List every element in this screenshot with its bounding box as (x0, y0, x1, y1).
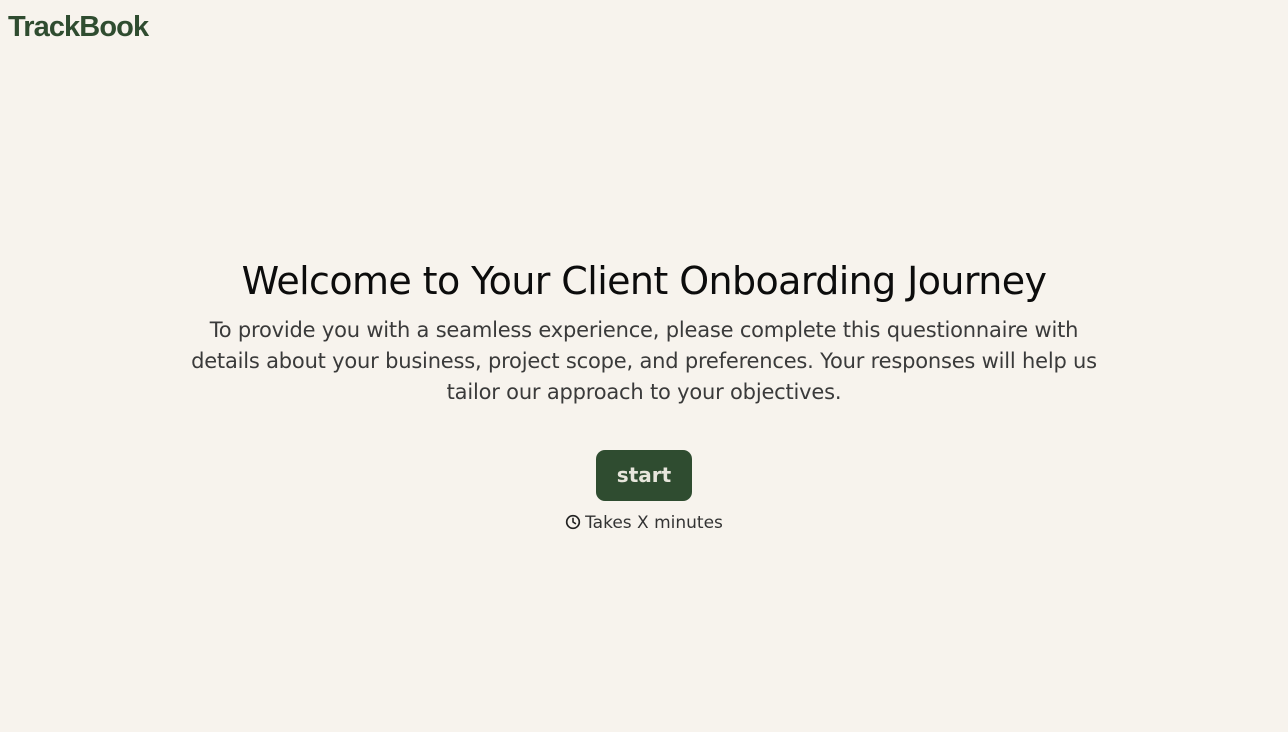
brand-logo[interactable]: TrackBook (8, 10, 149, 44)
duration-text: Takes X minutes (585, 513, 723, 533)
clock-icon (565, 514, 581, 530)
onboarding-welcome: Welcome to Your Client Onboarding Journe… (0, 255, 1288, 535)
page-title: Welcome to Your Client Onboarding Journe… (241, 259, 1047, 303)
duration-info: Takes X minutes (0, 511, 1288, 535)
page-description: To provide you with a seamless experienc… (191, 318, 1097, 404)
start-button[interactable]: start (596, 450, 692, 501)
